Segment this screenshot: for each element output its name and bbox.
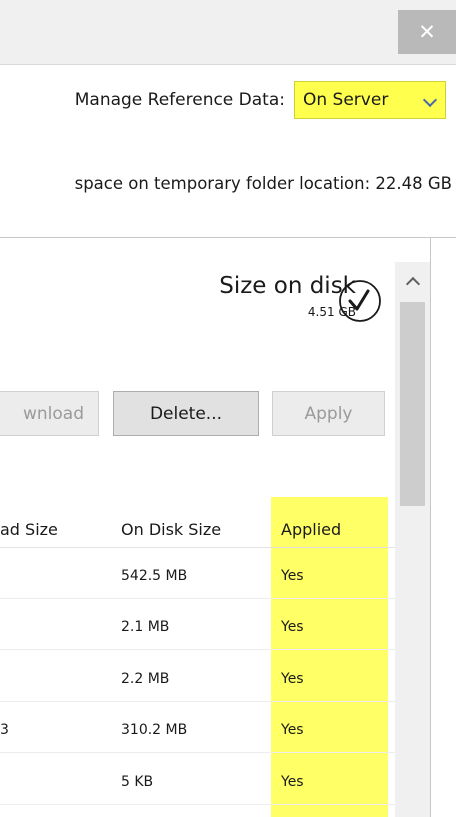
panel-right-border — [430, 238, 431, 817]
column-header-on-disk-size[interactable]: On Disk Size — [121, 520, 221, 539]
temp-space-info: space on temporary folder location: 22.4… — [74, 174, 452, 193]
close-button[interactable]: ✕ — [398, 10, 456, 54]
apply-button-label: Apply — [304, 403, 353, 424]
scroll-up-button[interactable] — [395, 262, 430, 300]
delete-button[interactable]: Delete... — [113, 391, 259, 436]
cell-on-disk-size: 2.2 MB — [121, 671, 170, 687]
chevron-down-icon — [422, 92, 438, 108]
header-divider — [0, 547, 395, 548]
cell-download-size: 3 — [0, 722, 9, 738]
cell-applied: Yes — [281, 619, 304, 635]
reference-location-value: On Server — [303, 90, 389, 110]
cell-applied: Yes — [281, 774, 304, 790]
scroll-thumb[interactable] — [400, 302, 425, 506]
cell-on-disk-size: 2.1 MB — [121, 619, 170, 635]
delete-button-label: Delete... — [149, 403, 223, 424]
close-icon: ✕ — [418, 20, 436, 44]
manage-reference-label: Manage Reference Data: — [74, 90, 285, 110]
row-divider — [0, 598, 395, 599]
download-button-label: wnload — [22, 403, 84, 424]
column-header-applied[interactable]: Applied — [281, 520, 341, 539]
download-button[interactable]: wnload — [0, 391, 99, 436]
column-header-download-size[interactable]: ad Size — [0, 520, 58, 539]
cell-applied: Yes — [281, 722, 304, 738]
row-divider — [0, 649, 395, 650]
cell-on-disk-size: 310.2 MB — [121, 722, 188, 738]
cell-on-disk-size: 5 KB — [121, 774, 154, 790]
panel-border — [0, 237, 456, 238]
title-bar — [0, 0, 456, 65]
applied-column-highlight — [271, 497, 388, 817]
cell-applied: Yes — [281, 671, 304, 687]
cell-applied: Yes — [281, 568, 304, 584]
vertical-scrollbar[interactable] — [395, 262, 430, 817]
cell-on-disk-size: 542.5 MB — [121, 568, 188, 584]
apply-button[interactable]: Apply — [272, 391, 385, 436]
row-divider — [0, 701, 395, 702]
gauge-icon — [339, 280, 381, 322]
row-divider — [0, 752, 395, 753]
reference-location-dropdown[interactable]: On Server — [294, 81, 446, 119]
chevron-up-icon — [405, 276, 420, 292]
row-divider — [0, 804, 395, 805]
